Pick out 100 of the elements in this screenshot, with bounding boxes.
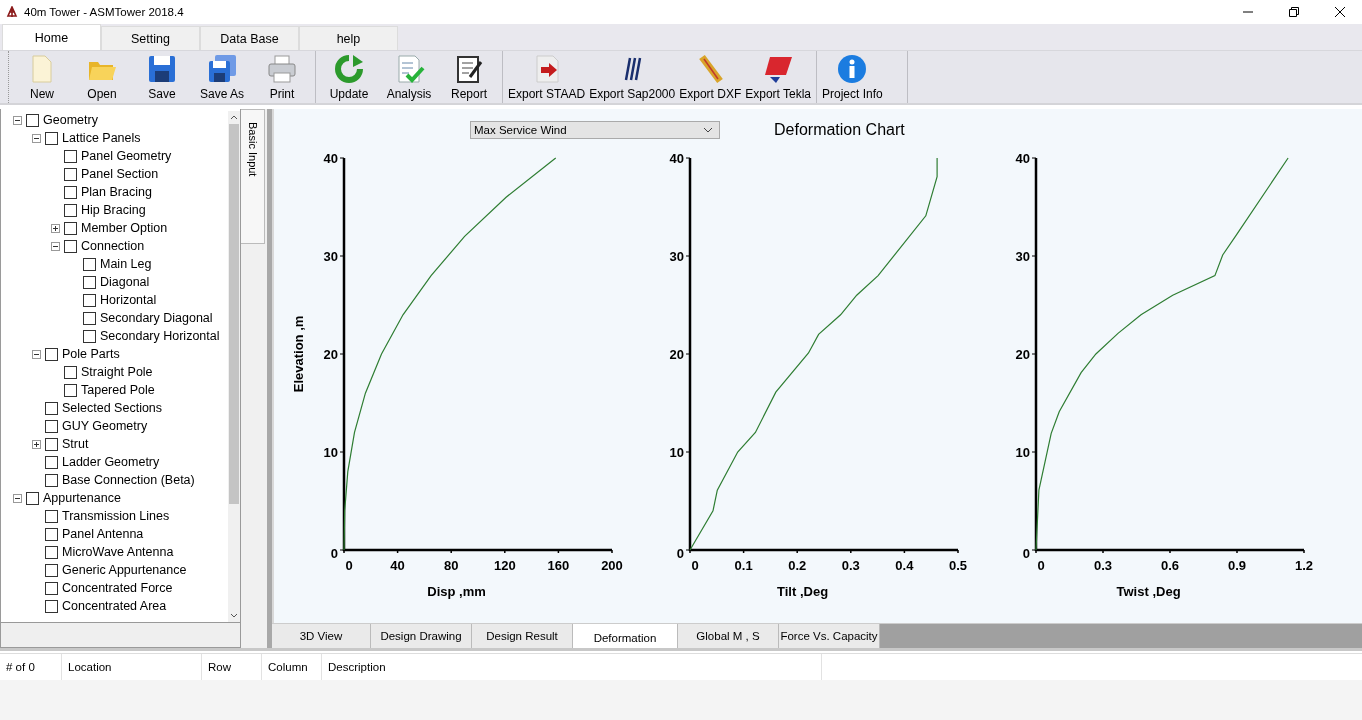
tree-item[interactable]: Transmission Lines — [62, 509, 170, 523]
checkbox[interactable] — [45, 509, 58, 523]
tree-item[interactable]: Hip Bracing — [81, 203, 146, 217]
tree-item[interactable]: Secondary Horizontal — [100, 329, 220, 343]
column-header[interactable]: Description — [322, 654, 822, 680]
side-tab[interactable]: Basic Input — [241, 109, 265, 244]
checkbox[interactable] — [45, 419, 58, 433]
scroll-up-icon[interactable] — [230, 115, 238, 120]
tree-item[interactable]: Horizontal — [100, 293, 157, 307]
tree-item[interactable]: Geometry — [43, 113, 98, 127]
expand-icon[interactable] — [51, 223, 61, 233]
tree-item[interactable]: Base Connection (Beta) — [62, 473, 195, 487]
toolbar-button[interactable]: New — [12, 51, 72, 103]
column-header[interactable]: # of 0 — [0, 654, 62, 680]
checkbox[interactable] — [64, 239, 77, 253]
load-case-dropdown[interactable]: Max Service Wind — [470, 121, 720, 139]
tree-item[interactable]: Concentrated Area — [62, 599, 167, 613]
tree-item[interactable]: Ladder Geometry — [62, 455, 160, 469]
tree-item[interactable]: Panel Geometry — [81, 149, 172, 163]
checkbox[interactable] — [45, 527, 58, 541]
tree-item[interactable]: Pole Parts — [62, 347, 120, 361]
tick-label: 0.6 — [1160, 558, 1180, 573]
ribbon-tab[interactable]: Setting — [101, 26, 200, 50]
view-tab[interactable]: Design Result — [472, 624, 573, 648]
view-tab[interactable]: Force Vs. Capacity — [779, 624, 880, 648]
column-header[interactable]: Column — [262, 654, 322, 680]
toolbar-button[interactable]: Export Tekla — [743, 51, 814, 103]
checkbox[interactable] — [45, 455, 58, 469]
tree-item[interactable]: Panel Section — [81, 167, 159, 181]
toolbar-button[interactable]: Open — [72, 51, 132, 103]
scrollbar[interactable] — [1, 622, 240, 647]
tree-item[interactable]: Generic Appurtenance — [62, 563, 187, 577]
tree-item[interactable]: GUY Geometry — [62, 419, 148, 433]
expand-icon[interactable] — [32, 439, 42, 449]
checkbox[interactable] — [83, 329, 96, 343]
collapse-icon[interactable] — [13, 493, 23, 503]
ribbon-tab[interactable]: help — [299, 26, 398, 50]
view-tab[interactable]: 3D View — [272, 624, 371, 648]
checkbox[interactable] — [64, 221, 77, 235]
checkbox[interactable] — [45, 347, 58, 361]
checkbox[interactable] — [45, 599, 58, 613]
checkbox[interactable] — [45, 473, 58, 487]
tree-item[interactable]: Secondary Diagonal — [100, 311, 213, 325]
tree-item[interactable]: Concentrated Force — [62, 581, 173, 595]
tree-item[interactable]: Main Leg — [100, 257, 152, 271]
checkbox[interactable] — [64, 185, 77, 199]
checkbox[interactable] — [26, 491, 39, 505]
toolbar-button[interactable]: Print — [252, 51, 312, 103]
tree-item[interactable]: MicroWave Antenna — [62, 545, 174, 559]
tree-item[interactable]: Member Option — [81, 221, 168, 235]
checkbox[interactable] — [64, 203, 77, 217]
checkbox[interactable] — [64, 365, 77, 379]
collapse-icon[interactable] — [32, 349, 42, 359]
toolbar-button[interactable]: Save As — [192, 51, 252, 103]
toolbar-button[interactable]: Export Sap2000 — [587, 51, 678, 103]
checkbox[interactable] — [26, 113, 39, 127]
collapse-icon[interactable] — [51, 241, 61, 251]
checkbox[interactable] — [45, 581, 58, 595]
toolbar-button[interactable]: Analysis — [379, 51, 439, 103]
scroll-down-icon[interactable] — [230, 613, 238, 618]
tree-item[interactable]: Panel Antenna — [62, 527, 144, 541]
checkbox[interactable] — [64, 149, 77, 163]
toolbar-button[interactable]: Save — [132, 51, 192, 103]
toolbar-button[interactable]: Export STAAD — [506, 51, 588, 103]
checkbox[interactable] — [64, 167, 77, 181]
toolbar-button[interactable]: Report — [439, 51, 499, 103]
view-tab[interactable]: Design Drawing — [371, 624, 472, 648]
toolbar-button[interactable]: Project Info — [820, 51, 885, 103]
toolbar-button[interactable]: Update — [319, 51, 379, 103]
checkbox[interactable] — [83, 311, 96, 325]
collapse-icon[interactable] — [32, 133, 42, 143]
scrollbar[interactable] — [228, 111, 240, 622]
tree-item[interactable]: Tapered Pole — [81, 383, 155, 397]
view-tab[interactable]: Deformation — [573, 624, 678, 648]
tree-item[interactable]: Straight Pole — [81, 365, 153, 379]
ribbon-tab[interactable]: Data Base — [200, 26, 299, 50]
tree-item[interactable]: Appurtenance — [43, 491, 121, 505]
checkbox[interactable] — [83, 293, 96, 307]
toolbar-button[interactable]: Export DXF — [677, 51, 744, 103]
close-icon[interactable] — [1334, 6, 1346, 18]
checkbox[interactable] — [83, 275, 96, 289]
tree-item[interactable]: Lattice Panels — [62, 131, 141, 145]
view-tab[interactable]: Global M , S — [678, 624, 779, 648]
ribbon-tab[interactable]: Home — [2, 24, 101, 50]
checkbox[interactable] — [45, 401, 58, 415]
column-header[interactable]: Row — [202, 654, 262, 680]
tree-item[interactable]: Diagonal — [100, 275, 150, 289]
checkbox[interactable] — [64, 383, 77, 397]
restore-icon[interactable] — [1288, 6, 1300, 18]
checkbox[interactable] — [45, 437, 58, 451]
collapse-icon[interactable] — [13, 115, 23, 125]
tree-item[interactable]: Selected Sections — [62, 401, 163, 415]
column-header[interactable]: Location — [62, 654, 202, 680]
tree-item[interactable]: Strut — [62, 437, 89, 451]
tree-item[interactable]: Plan Bracing — [81, 185, 152, 199]
checkbox[interactable] — [45, 563, 58, 577]
tree-item[interactable]: Connection — [81, 239, 145, 253]
checkbox[interactable] — [83, 257, 96, 271]
checkbox[interactable] — [45, 545, 58, 559]
checkbox[interactable] — [45, 131, 58, 145]
